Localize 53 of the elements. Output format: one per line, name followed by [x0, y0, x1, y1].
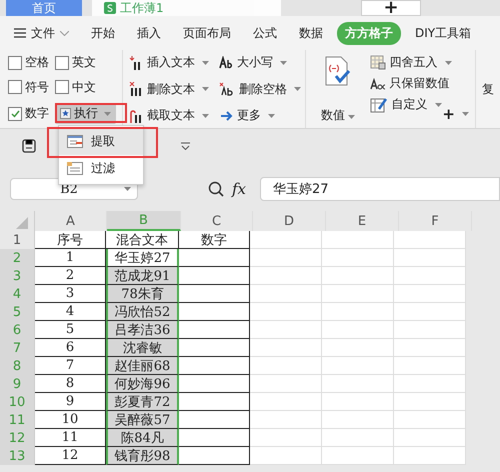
- table-cell: 5: [35, 321, 106, 339]
- table-cell: 4: [35, 303, 106, 321]
- table-cell: 1: [35, 249, 106, 267]
- text-tool-button[interactable]: 大小写: [219, 54, 301, 71]
- table-cell: 吴醉薇57: [106, 411, 179, 429]
- table-cell: 华玉婷27: [106, 249, 179, 267]
- table-cell: 赵佳丽68: [106, 357, 179, 375]
- table-cell: 冯欣怡52: [106, 303, 179, 321]
- table-cell: 吕孝洁36: [106, 321, 179, 339]
- menu-tab[interactable]: 数据: [291, 22, 331, 44]
- text-tool-button[interactable]: 删除空格: [219, 80, 301, 98]
- text-tool-button[interactable]: 删除文本: [129, 80, 209, 98]
- number-tool-button[interactable]: 四舍五入: [370, 54, 469, 71]
- menu-tab[interactable]: 公式: [245, 22, 285, 44]
- table-cell: 10: [35, 411, 106, 429]
- table-cell: 混合文本: [106, 231, 179, 249]
- function-label[interactable]: fx: [232, 180, 246, 198]
- table-cell: 8: [35, 375, 106, 393]
- checkbox-label: 符号: [25, 78, 49, 96]
- table-cell: 12: [35, 447, 106, 465]
- checkbox-label: 数字: [25, 105, 49, 122]
- menu-tab[interactable]: 插入: [129, 22, 169, 44]
- text-tool-button[interactable]: 截取文本: [129, 107, 209, 124]
- menu-tab[interactable]: DIY工具箱: [407, 22, 480, 44]
- table-cell: 钱育彤98: [106, 447, 179, 465]
- table-cell: 陈84凡: [106, 429, 179, 447]
- table-cell: 9: [35, 393, 106, 411]
- formula-field[interactable]: 华玉婷27: [260, 177, 500, 201]
- table-cell: 范成龙91: [106, 267, 179, 285]
- file-menu[interactable]: 文件: [31, 24, 55, 42]
- checkbox-label: 英文: [72, 54, 96, 71]
- table-cell: 数字: [179, 231, 250, 249]
- text-tool-button[interactable]: 插入文本: [129, 54, 209, 71]
- table-cell: 7: [35, 357, 106, 375]
- menu-tab[interactable]: 页面布局: [175, 22, 239, 44]
- text-tool-button[interactable]: 更多: [219, 107, 301, 124]
- menu-item[interactable]: 提取: [59, 128, 143, 155]
- table-cell: 3: [35, 285, 106, 303]
- table-cell: 沈睿敏: [106, 339, 179, 357]
- table-cell: 6: [35, 339, 106, 357]
- checkbox-label: 中文: [72, 78, 96, 96]
- table-cell: 78朱育: [106, 285, 179, 303]
- table-cell: 11: [35, 429, 106, 447]
- table-cell: 彭夏青72: [106, 393, 179, 411]
- checkbox-label: 空格: [25, 54, 49, 71]
- ribbon-label: 复: [482, 80, 494, 98]
- table-cell: 2: [35, 267, 106, 285]
- number-tool-button[interactable]: 只保留数值: [370, 75, 469, 92]
- new-tab-button[interactable]: +: [361, 0, 421, 16]
- table-cell: 序号: [35, 231, 106, 249]
- value-button[interactable]: 数值: [312, 54, 364, 124]
- table-cell: 何妙海96: [106, 375, 179, 393]
- menu-tab[interactable]: 开始: [83, 22, 123, 44]
